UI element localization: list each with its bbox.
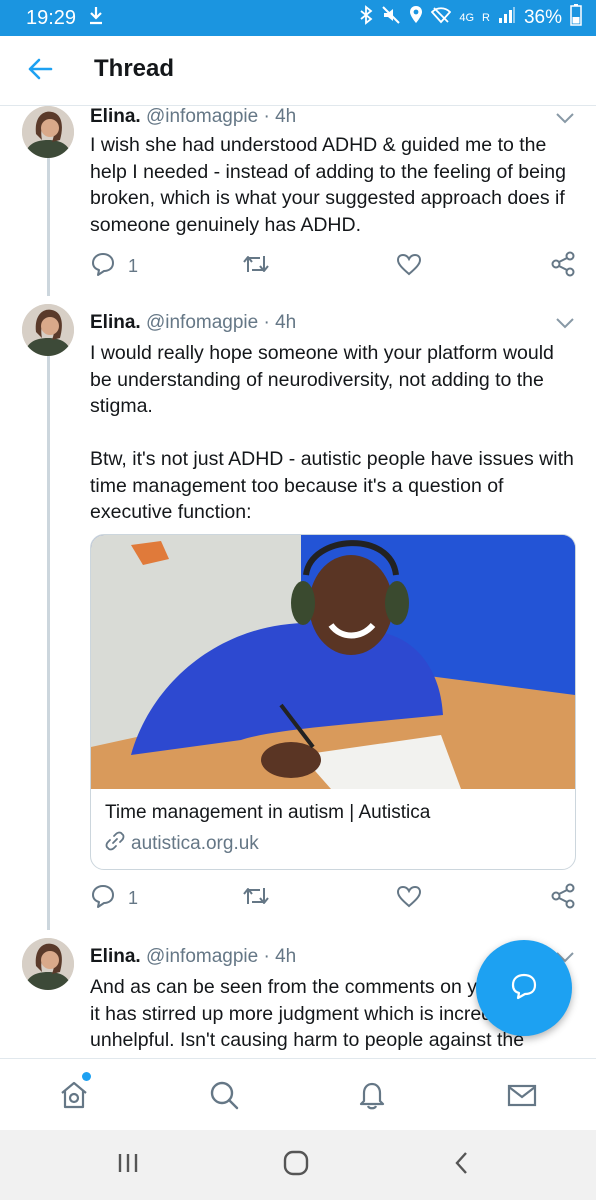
battery-percent: 36% (523, 7, 562, 28)
download-icon (88, 5, 104, 31)
tweet[interactable]: Elina. @infomagpie · 4h I would really h… (0, 304, 596, 930)
user-handle[interactable]: @infomagpie (146, 106, 258, 127)
like-button[interactable] (396, 252, 422, 280)
tab-messages[interactable] (502, 1077, 542, 1117)
link-card-title: Time management in autism | Autistica (105, 802, 431, 823)
reply-icon (90, 251, 116, 282)
reply-icon (90, 883, 116, 914)
tweet-header: Elina. @infomagpie · 4h (90, 106, 296, 128)
heart-icon (396, 884, 422, 913)
mail-icon (506, 1079, 538, 1116)
bottom-tab-bar (0, 1058, 596, 1130)
avatar[interactable] (22, 106, 74, 158)
roaming-indicator: R (482, 12, 490, 24)
tweet-header: Elina. @infomagpie · 4h (90, 946, 296, 968)
back-button[interactable] (22, 56, 58, 86)
tweet-actions: 1 (90, 251, 580, 282)
thread-timeline[interactable]: Elina. @infomagpie · 4h I wish she had u… (0, 106, 596, 1058)
retweet-button[interactable] (242, 884, 270, 912)
link-card-domain-text: autistica.org.uk (131, 833, 259, 854)
tweet-menu-button[interactable] (554, 111, 576, 125)
user-handle[interactable]: @infomagpie (146, 312, 258, 333)
chevron-down-icon (554, 317, 576, 334)
display-name[interactable]: Elina. (90, 946, 141, 967)
status-bar: 19:29 4G R 36% (0, 0, 596, 36)
share-button[interactable] (550, 251, 576, 282)
compose-reply-button[interactable] (476, 940, 572, 1036)
tweet-time: · 4h (263, 946, 297, 967)
home-icon (58, 1079, 90, 1116)
system-nav-bar (0, 1130, 596, 1200)
tweet-time: · 4h (263, 106, 297, 127)
tweet-header: Elina. @infomagpie · 4h (90, 312, 296, 334)
tweet-actions: 1 (90, 883, 580, 914)
link-card-image (91, 535, 575, 789)
network-type: 4G (459, 12, 475, 24)
chevron-down-icon (554, 112, 576, 129)
home-nav-button[interactable] (276, 1150, 316, 1180)
page-title: Thread (94, 55, 175, 82)
reply-button[interactable]: 1 (90, 252, 138, 280)
reply-count: 1 (128, 887, 139, 908)
share-button[interactable] (550, 883, 576, 914)
tab-home[interactable] (54, 1077, 94, 1117)
tab-notifications[interactable] (352, 1077, 392, 1117)
link-card[interactable]: Time management in autism | Autistica au… (90, 534, 576, 870)
status-time: 19:29 (26, 6, 77, 29)
retweet-icon (242, 884, 270, 913)
new-content-dot (82, 1072, 91, 1081)
user-handle[interactable]: @infomagpie (146, 946, 258, 967)
app-header: Thread (0, 36, 596, 106)
bluetooth-icon (359, 5, 373, 31)
display-name[interactable]: Elina. (90, 106, 141, 127)
recent-apps-icon (116, 1152, 140, 1179)
link-icon (105, 831, 125, 857)
link-card-domain: autistica.org.uk (105, 831, 259, 857)
tweet-time: · 4h (263, 312, 297, 333)
tweet-text: I wish she had understood ADHD & guided … (90, 134, 566, 236)
retweet-button[interactable] (242, 252, 270, 280)
back-chevron-icon (453, 1151, 471, 1180)
bell-icon (356, 1079, 388, 1116)
wifi-off-icon (431, 5, 452, 31)
heart-icon (396, 252, 422, 281)
home-circle-icon (283, 1150, 309, 1181)
battery-icon (570, 4, 582, 32)
recent-apps-button[interactable] (108, 1150, 148, 1180)
signal-icon (498, 6, 516, 30)
tweet[interactable]: Elina. @infomagpie · 4h I wish she had u… (0, 106, 596, 300)
location-icon (409, 5, 423, 31)
reply-count: 1 (128, 255, 139, 276)
avatar[interactable] (22, 938, 74, 990)
arrow-left-icon (27, 58, 53, 85)
search-icon (208, 1079, 240, 1116)
share-icon (550, 883, 576, 914)
tweet-text: I would really hope someone with your pl… (90, 342, 574, 523)
like-button[interactable] (396, 884, 422, 912)
back-nav-button[interactable] (442, 1150, 482, 1180)
share-icon (550, 251, 576, 282)
mute-icon (381, 5, 401, 31)
avatar[interactable] (22, 304, 74, 356)
tweet-menu-button[interactable] (554, 316, 576, 330)
tab-search[interactable] (204, 1077, 244, 1117)
retweet-icon (242, 252, 270, 281)
reply-button[interactable]: 1 (90, 884, 138, 912)
display-name[interactable]: Elina. (90, 312, 141, 333)
reply-bubble-icon (509, 971, 539, 1006)
